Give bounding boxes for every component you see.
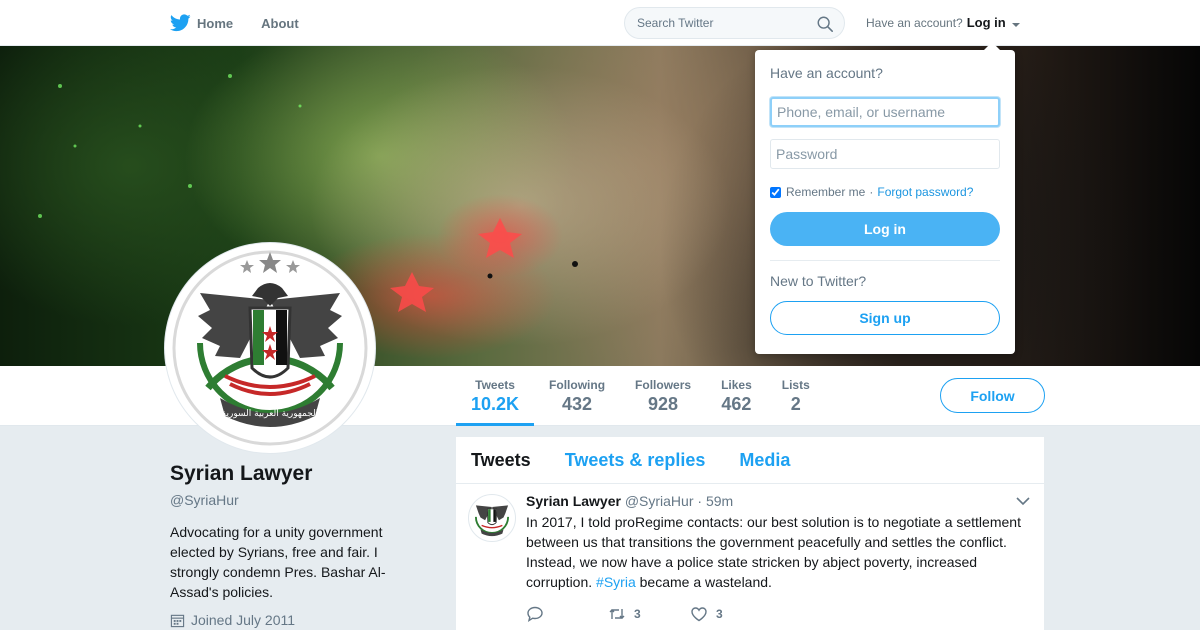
stat-value: 462	[721, 394, 752, 414]
profile-handle[interactable]: @SyriaHur	[170, 492, 410, 508]
stat-value: 10.2K	[471, 394, 520, 414]
profile-bio: Advocating for a unity government electe…	[170, 524, 386, 600]
stat-tweets[interactable]: Tweets 10.2K	[456, 366, 535, 426]
tweet-avatar[interactable]	[468, 494, 516, 542]
stat-label: Tweets	[475, 378, 515, 392]
twitter-bird-icon	[170, 14, 191, 32]
stat-label: Followers	[635, 378, 692, 392]
tweet-timestamp[interactable]: 59m	[706, 493, 733, 509]
follow-button[interactable]: Follow	[940, 378, 1045, 413]
search-box	[624, 7, 845, 39]
calendar-icon	[170, 614, 185, 627]
nav-home-label: Home	[197, 15, 234, 31]
timeline-tabs: Tweets Tweets & replies Media	[456, 437, 1044, 484]
like-count: 3	[716, 607, 723, 621]
search-input[interactable]	[637, 16, 807, 30]
profile-avatar[interactable]: الجمهورية العربية السورية	[165, 243, 375, 453]
retweet-button[interactable]: 3	[608, 606, 690, 622]
tweet-separator: ·	[697, 493, 703, 509]
like-button[interactable]: 3	[690, 606, 772, 622]
search-icon[interactable]	[816, 15, 834, 33]
remember-separator: ·	[869, 185, 874, 199]
password-field[interactable]	[770, 139, 1000, 169]
stat-value: 2	[790, 394, 801, 414]
dropdown-divider	[770, 260, 1000, 261]
profile-stats: Tweets 10.2K Following 432 Followers 928…	[456, 366, 825, 426]
login-dropdown: Have an account? Remember me · Forgot pa…	[755, 42, 1015, 354]
remember-me-label[interactable]: Remember me	[786, 185, 865, 199]
syrian-emblem-logo	[469, 495, 515, 541]
profile-name[interactable]: Syrian Lawyer	[170, 462, 410, 486]
username-field[interactable]	[770, 97, 1000, 127]
tweet[interactable]: Syrian Lawyer @SyriaHur · 59m In 2017, I…	[456, 484, 1044, 622]
stat-label: Likes	[721, 378, 752, 392]
profile-join-date: Joined July 2011	[170, 612, 410, 628]
emblem-text: الجمهورية العربية السورية	[222, 409, 319, 419]
stat-followers[interactable]: Followers 928	[620, 366, 706, 426]
nav-left: Home About	[170, 0, 327, 46]
tweet-text-tail: became a wasteland.	[635, 574, 772, 590]
retweet-icon	[609, 609, 625, 619]
forgot-password-link[interactable]: Forgot password?	[877, 185, 973, 199]
login-button[interactable]: Log in	[770, 212, 1000, 246]
tab-media[interactable]: Media	[739, 450, 790, 471]
top-navigation-bar: Home About Have an account? Log in	[0, 0, 1200, 46]
tweet-header: Syrian Lawyer @SyriaHur · 59m	[526, 492, 1029, 510]
heart-icon	[691, 607, 707, 622]
have-account-text: Have an account?	[866, 15, 963, 30]
reply-button[interactable]	[526, 606, 608, 622]
stat-likes[interactable]: Likes 462	[706, 366, 767, 426]
stat-label: Lists	[781, 378, 810, 392]
stat-value: 928	[648, 394, 679, 414]
joined-text: Joined July 2011	[191, 612, 296, 628]
stat-label: Following	[549, 378, 606, 392]
stat-following[interactable]: Following 432	[534, 366, 620, 426]
retweet-count: 3	[634, 607, 641, 621]
tab-tweets-replies[interactable]: Tweets & replies	[565, 450, 706, 471]
tweet-author-handle[interactable]: @SyriaHur	[625, 493, 694, 509]
dropdown-title: Have an account?	[770, 65, 883, 81]
nav-home-link[interactable]: Home	[170, 14, 233, 32]
remember-row: Remember me · Forgot password?	[770, 185, 1000, 199]
new-to-twitter-text: New to Twitter?	[770, 273, 867, 289]
tweet-text: In 2017, I told proRegime contacts: our …	[526, 512, 1031, 592]
caret-down-icon	[1012, 23, 1021, 27]
timeline: Tweets Tweets & replies Media Syrian Law…	[456, 437, 1044, 630]
stat-value: 432	[562, 394, 593, 414]
reply-icon	[527, 606, 543, 622]
syrian-emblem-logo: الجمهورية العربية السورية	[172, 250, 368, 446]
remember-me-checkbox[interactable]	[770, 186, 781, 198]
signup-button[interactable]: Sign up	[770, 301, 1000, 335]
profile-header-card: Syrian Lawyer @SyriaHur Advocating for a…	[170, 462, 410, 628]
login-menu-label: Log in	[966, 15, 1006, 30]
account-area: Have an account? Log in	[866, 15, 1021, 30]
chevron-down-icon[interactable]	[1016, 496, 1030, 506]
tweet-author-name[interactable]: Syrian Lawyer	[526, 493, 621, 509]
tweet-actions: 3 3	[526, 606, 1029, 622]
hashtag-link[interactable]: #Syria	[596, 574, 636, 590]
login-menu-toggle[interactable]: Log in	[967, 15, 1021, 30]
tab-tweets[interactable]: Tweets	[471, 450, 531, 471]
nav-about-link[interactable]: About	[261, 16, 299, 31]
stat-lists[interactable]: Lists 2	[767, 366, 825, 426]
